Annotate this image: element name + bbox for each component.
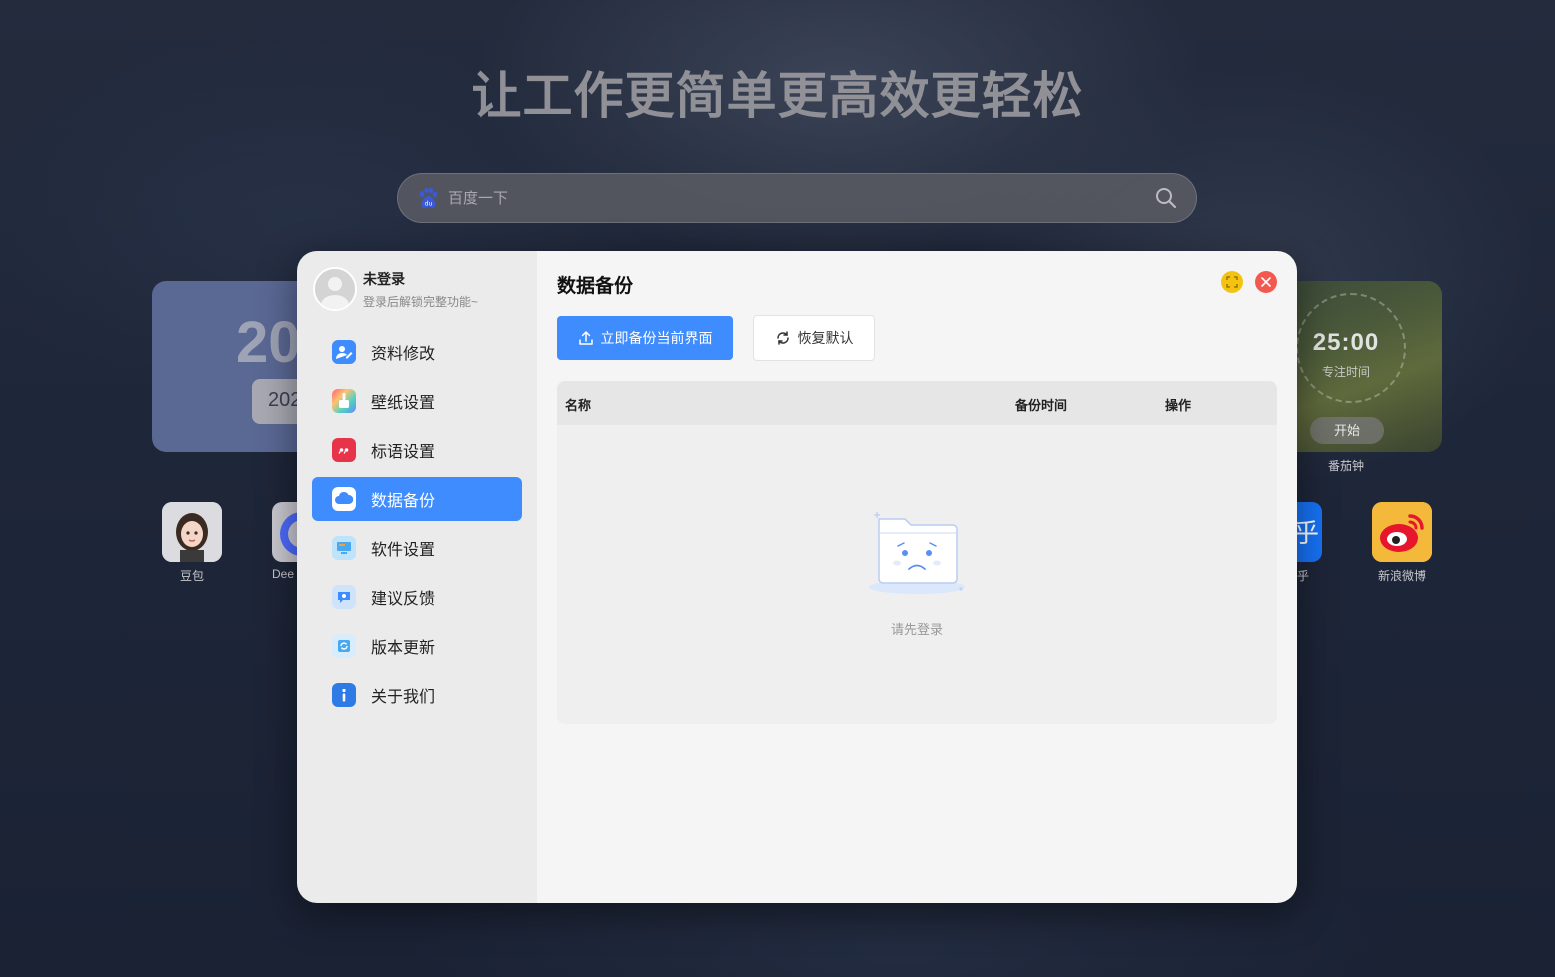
- maximize-icon: [1226, 276, 1238, 288]
- backup-panel: 数据备份 立即备份当前界面 恢复默认 名称 备份时间 操作 请先登录: [537, 251, 1297, 903]
- timer-start-button[interactable]: 开始: [1310, 417, 1384, 444]
- baidu-paw-icon: du: [419, 187, 438, 208]
- svg-text:du: du: [425, 201, 433, 208]
- app-label-zhihu: 乎: [1297, 569, 1310, 583]
- weibo-logo-icon: [1372, 502, 1432, 562]
- app-label-deepseek: Dee: [272, 567, 295, 581]
- sidebar-item-feedback[interactable]: 建议反馈: [312, 575, 522, 619]
- sidebar-item-update[interactable]: 版本更新: [312, 624, 522, 668]
- close-icon: [1261, 277, 1271, 287]
- app-label-doubao: 豆包: [179, 569, 204, 583]
- svg-text:乎: 乎: [1297, 519, 1319, 549]
- profile-edit-icon: [332, 340, 356, 364]
- weibo-app-icon[interactable]: [1372, 502, 1432, 562]
- settings-sidebar: 未登录 登录后解锁完整功能~ 资料修改 壁纸设置 标语设置 数据备份 软件设置 …: [297, 251, 537, 903]
- page-slogan: 让工作更简单更高效更轻松: [471, 67, 1084, 125]
- sidebar-item-label: 数据备份: [371, 493, 436, 510]
- restore-default-label: 恢复默认: [797, 330, 854, 346]
- sidebar-item-backup[interactable]: 数据备份: [312, 477, 522, 521]
- quote-icon: [332, 438, 356, 462]
- deepseek-app-icon[interactable]: [272, 502, 298, 562]
- user-subtitle: 登录后解锁完整功能~: [363, 294, 479, 309]
- doubao-avatar-icon: [162, 502, 222, 562]
- info-icon: [332, 683, 356, 707]
- close-button[interactable]: [1255, 271, 1277, 293]
- wallpaper-brush-icon: [332, 389, 356, 413]
- user-name: 未登录: [363, 270, 405, 287]
- column-backup-time: 备份时间: [1015, 398, 1068, 413]
- search-icon[interactable]: [1154, 186, 1178, 210]
- page-title: 数据备份: [557, 276, 634, 297]
- deepseek-whale-icon: [280, 512, 298, 556]
- backup-now-label: 立即备份当前界面: [600, 330, 713, 346]
- column-actions: 操作: [1165, 398, 1192, 413]
- table-header: 名称 备份时间 操作: [557, 381, 1277, 425]
- monitor-icon: [332, 536, 356, 560]
- feedback-icon: [332, 585, 356, 609]
- sidebar-item-label: 标语设置: [371, 444, 436, 461]
- sidebar-item-software[interactable]: 软件设置: [312, 526, 522, 570]
- cloud-icon: [332, 487, 356, 511]
- user-profile[interactable]: 未登录 登录后解锁完整功能~: [313, 267, 478, 311]
- maximize-button[interactable]: [1221, 271, 1243, 293]
- sidebar-item-label: 关于我们: [371, 689, 436, 706]
- search-bar[interactable]: du: [397, 173, 1197, 223]
- settings-menu: 资料修改 壁纸设置 标语设置 数据备份 软件设置 建议反馈 版本更新 关于我们: [312, 330, 522, 722]
- sidebar-item-about[interactable]: 关于我们: [312, 673, 522, 717]
- pomodoro-label: 番茄钟: [1327, 459, 1364, 473]
- zhihu-logo-icon: 乎: [1297, 519, 1319, 549]
- doubao-app-icon[interactable]: [162, 502, 222, 562]
- update-icon: [332, 634, 356, 658]
- zhihu-app-icon[interactable]: 乎: [1297, 502, 1322, 562]
- date-year-big: 20: [236, 310, 301, 375]
- default-avatar-icon: [315, 269, 355, 309]
- sidebar-item-label: 壁纸设置: [371, 395, 436, 412]
- settings-dialog: 未登录 登录后解锁完整功能~ 资料修改 壁纸设置 标语设置 数据备份 软件设置 …: [297, 251, 1297, 903]
- column-name: 名称: [565, 398, 592, 413]
- sidebar-item-label: 软件设置: [371, 542, 436, 559]
- sidebar-item-label: 资料修改: [371, 346, 436, 363]
- backup-now-button[interactable]: 立即备份当前界面: [557, 316, 733, 360]
- sidebar-item-slogan[interactable]: 标语设置: [312, 428, 522, 472]
- backup-table: 名称 备份时间 操作 请先登录: [557, 381, 1277, 724]
- refresh-icon: [776, 331, 789, 345]
- restore-default-button[interactable]: 恢复默认: [753, 315, 875, 361]
- empty-folder-icon: [869, 512, 965, 594]
- sidebar-item-label: 版本更新: [371, 640, 436, 657]
- upload-icon: [578, 331, 593, 345]
- app-label-weibo: 新浪微博: [1377, 569, 1426, 583]
- avatar[interactable]: [313, 267, 357, 311]
- empty-state-text: 请先登录: [890, 622, 943, 637]
- search-input[interactable]: [448, 189, 1154, 207]
- sidebar-item-wallpaper[interactable]: 壁纸设置: [312, 379, 522, 423]
- sidebar-item-profile[interactable]: 资料修改: [312, 330, 522, 374]
- empty-state: 请先登录: [557, 509, 1277, 638]
- sidebar-item-label: 建议反馈: [371, 591, 436, 608]
